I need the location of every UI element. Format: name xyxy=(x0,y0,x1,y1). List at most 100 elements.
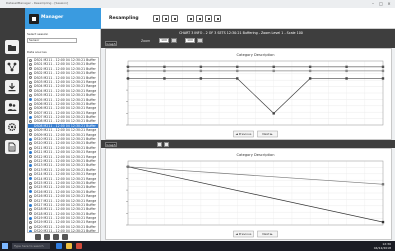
app-icon[interactable] xyxy=(76,243,82,249)
download-icon[interactable] xyxy=(5,80,19,94)
radio-icon[interactable] xyxy=(29,177,32,181)
gear-icon[interactable] xyxy=(5,120,19,134)
radio-icon[interactable] xyxy=(29,146,32,150)
radio-icon[interactable] xyxy=(29,63,32,67)
pane-down-button[interactable] xyxy=(164,141,169,147)
chart1-prev-label: ◄ Previous xyxy=(236,132,252,136)
document-icon[interactable] xyxy=(5,140,19,154)
chart1-data-point xyxy=(199,69,203,73)
zoom-y-apply-button[interactable] xyxy=(197,38,203,43)
remove-icon[interactable] xyxy=(44,234,50,240)
users-icon[interactable] xyxy=(5,100,19,114)
maximize-button[interactable]: □ xyxy=(377,1,385,6)
chart2-prev-label: ◄ Previous xyxy=(236,232,252,236)
radio-icon[interactable] xyxy=(29,212,32,216)
radio-icon[interactable] xyxy=(29,67,32,71)
radio-icon[interactable] xyxy=(29,80,32,84)
chart1-data-point xyxy=(126,65,130,69)
radio-icon[interactable] xyxy=(29,199,32,203)
radio-icon[interactable] xyxy=(29,159,32,163)
radio-icon[interactable] xyxy=(29,190,32,194)
zoom-out-icon[interactable] xyxy=(196,15,203,22)
folder-icon[interactable] xyxy=(5,40,19,54)
export-icon[interactable] xyxy=(62,234,68,240)
first-icon[interactable] xyxy=(153,15,160,22)
radio-icon[interactable] xyxy=(29,203,32,207)
radio-icon[interactable] xyxy=(29,155,32,159)
network-icon[interactable] xyxy=(5,60,19,74)
radio-icon[interactable] xyxy=(29,225,32,229)
chart1-data-point xyxy=(163,69,166,73)
zoom-x-input[interactable]: 100 xyxy=(159,38,169,43)
minimize-button[interactable]: – xyxy=(369,1,377,6)
filter-input[interactable]: Sensor xyxy=(27,38,77,43)
main-toolbar: Resampling xyxy=(101,8,395,29)
chart1-data-point xyxy=(345,77,348,80)
radio-icon[interactable] xyxy=(29,120,32,124)
taskbar-clock: 12:30 04/12/2018 xyxy=(374,242,391,250)
radio-icon[interactable] xyxy=(29,89,32,93)
radio-icon[interactable] xyxy=(29,98,32,102)
sidebar-header: Manager xyxy=(25,8,101,29)
chart-bottom-svg: Category Description ◄ Previous Next ► xyxy=(126,153,385,238)
add-icon[interactable] xyxy=(35,234,41,240)
chart2-data-point xyxy=(381,183,385,186)
pane-up-button[interactable] xyxy=(157,141,162,147)
radio-icon[interactable] xyxy=(29,150,32,154)
radio-icon[interactable] xyxy=(29,229,32,232)
radio-icon[interactable] xyxy=(29,172,32,176)
chart1-data-point xyxy=(236,65,239,69)
chart1-data-point xyxy=(163,77,166,80)
radio-icon[interactable] xyxy=(29,207,32,211)
chart-divider-bar: Graph xyxy=(101,140,395,148)
radio-icon[interactable] xyxy=(29,186,32,190)
chart-control-bar: CHART 3 INFO - 2 OF 3 SETS 12:30:21 Buff… xyxy=(101,29,395,48)
radio-icon[interactable] xyxy=(29,115,32,119)
graph-tab[interactable]: Graph xyxy=(105,41,117,46)
zoom-x-apply-button[interactable] xyxy=(171,38,177,43)
home-icon[interactable] xyxy=(29,14,39,24)
radio-icon[interactable] xyxy=(29,133,32,137)
page-title: Resampling xyxy=(109,16,139,21)
refresh-icon[interactable] xyxy=(53,234,59,240)
chart-panel-bottom: Category Description ◄ Previous Next ► xyxy=(105,148,392,240)
chart-panel-top: Category Description ◄ Previous Next ► xyxy=(105,48,392,140)
radio-icon[interactable] xyxy=(29,137,32,141)
radio-icon[interactable] xyxy=(29,216,32,220)
chart1-data-point xyxy=(126,69,130,73)
chart2-data-point xyxy=(381,220,385,224)
chart1-data-point xyxy=(381,69,385,73)
radio-icon[interactable] xyxy=(29,58,32,62)
radio-icon[interactable] xyxy=(29,76,32,80)
radio-icon[interactable] xyxy=(29,85,32,89)
zoom-in-icon[interactable] xyxy=(187,15,194,22)
chart1-data-point xyxy=(308,69,312,73)
radio-icon[interactable] xyxy=(29,181,32,185)
next-icon[interactable] xyxy=(171,15,178,22)
graph-tab-bottom[interactable]: Graph xyxy=(105,141,117,147)
prev-icon[interactable] xyxy=(162,15,169,22)
radio-icon[interactable] xyxy=(29,71,32,75)
zoom-y-input[interactable]: 100 xyxy=(185,38,195,43)
close-button[interactable]: × xyxy=(385,1,393,6)
radio-icon[interactable] xyxy=(29,168,32,172)
print-icon[interactable] xyxy=(214,15,221,22)
taskbar-search[interactable]: Type here to search xyxy=(12,243,50,249)
fit-icon[interactable] xyxy=(205,15,212,22)
radio-icon[interactable] xyxy=(29,142,32,146)
radio-icon[interactable] xyxy=(29,93,32,97)
radio-icon[interactable] xyxy=(29,164,32,168)
radio-icon[interactable] xyxy=(29,194,32,198)
browser-icon[interactable] xyxy=(56,243,62,249)
start-icon[interactable] xyxy=(2,243,8,249)
list-label: Data sources xyxy=(27,50,47,54)
radio-icon[interactable] xyxy=(29,106,32,110)
radio-icon[interactable] xyxy=(29,221,32,225)
radio-icon[interactable] xyxy=(29,102,32,106)
data-source-item[interactable]: DS20 M211 - 12:00 04 12:30:21 Buffer xyxy=(28,229,98,232)
radio-icon[interactable] xyxy=(29,128,32,132)
chart1-title: Category Description xyxy=(236,53,274,57)
radio-icon[interactable] xyxy=(29,124,32,128)
explorer-icon[interactable] xyxy=(66,243,72,249)
radio-icon[interactable] xyxy=(29,111,32,115)
